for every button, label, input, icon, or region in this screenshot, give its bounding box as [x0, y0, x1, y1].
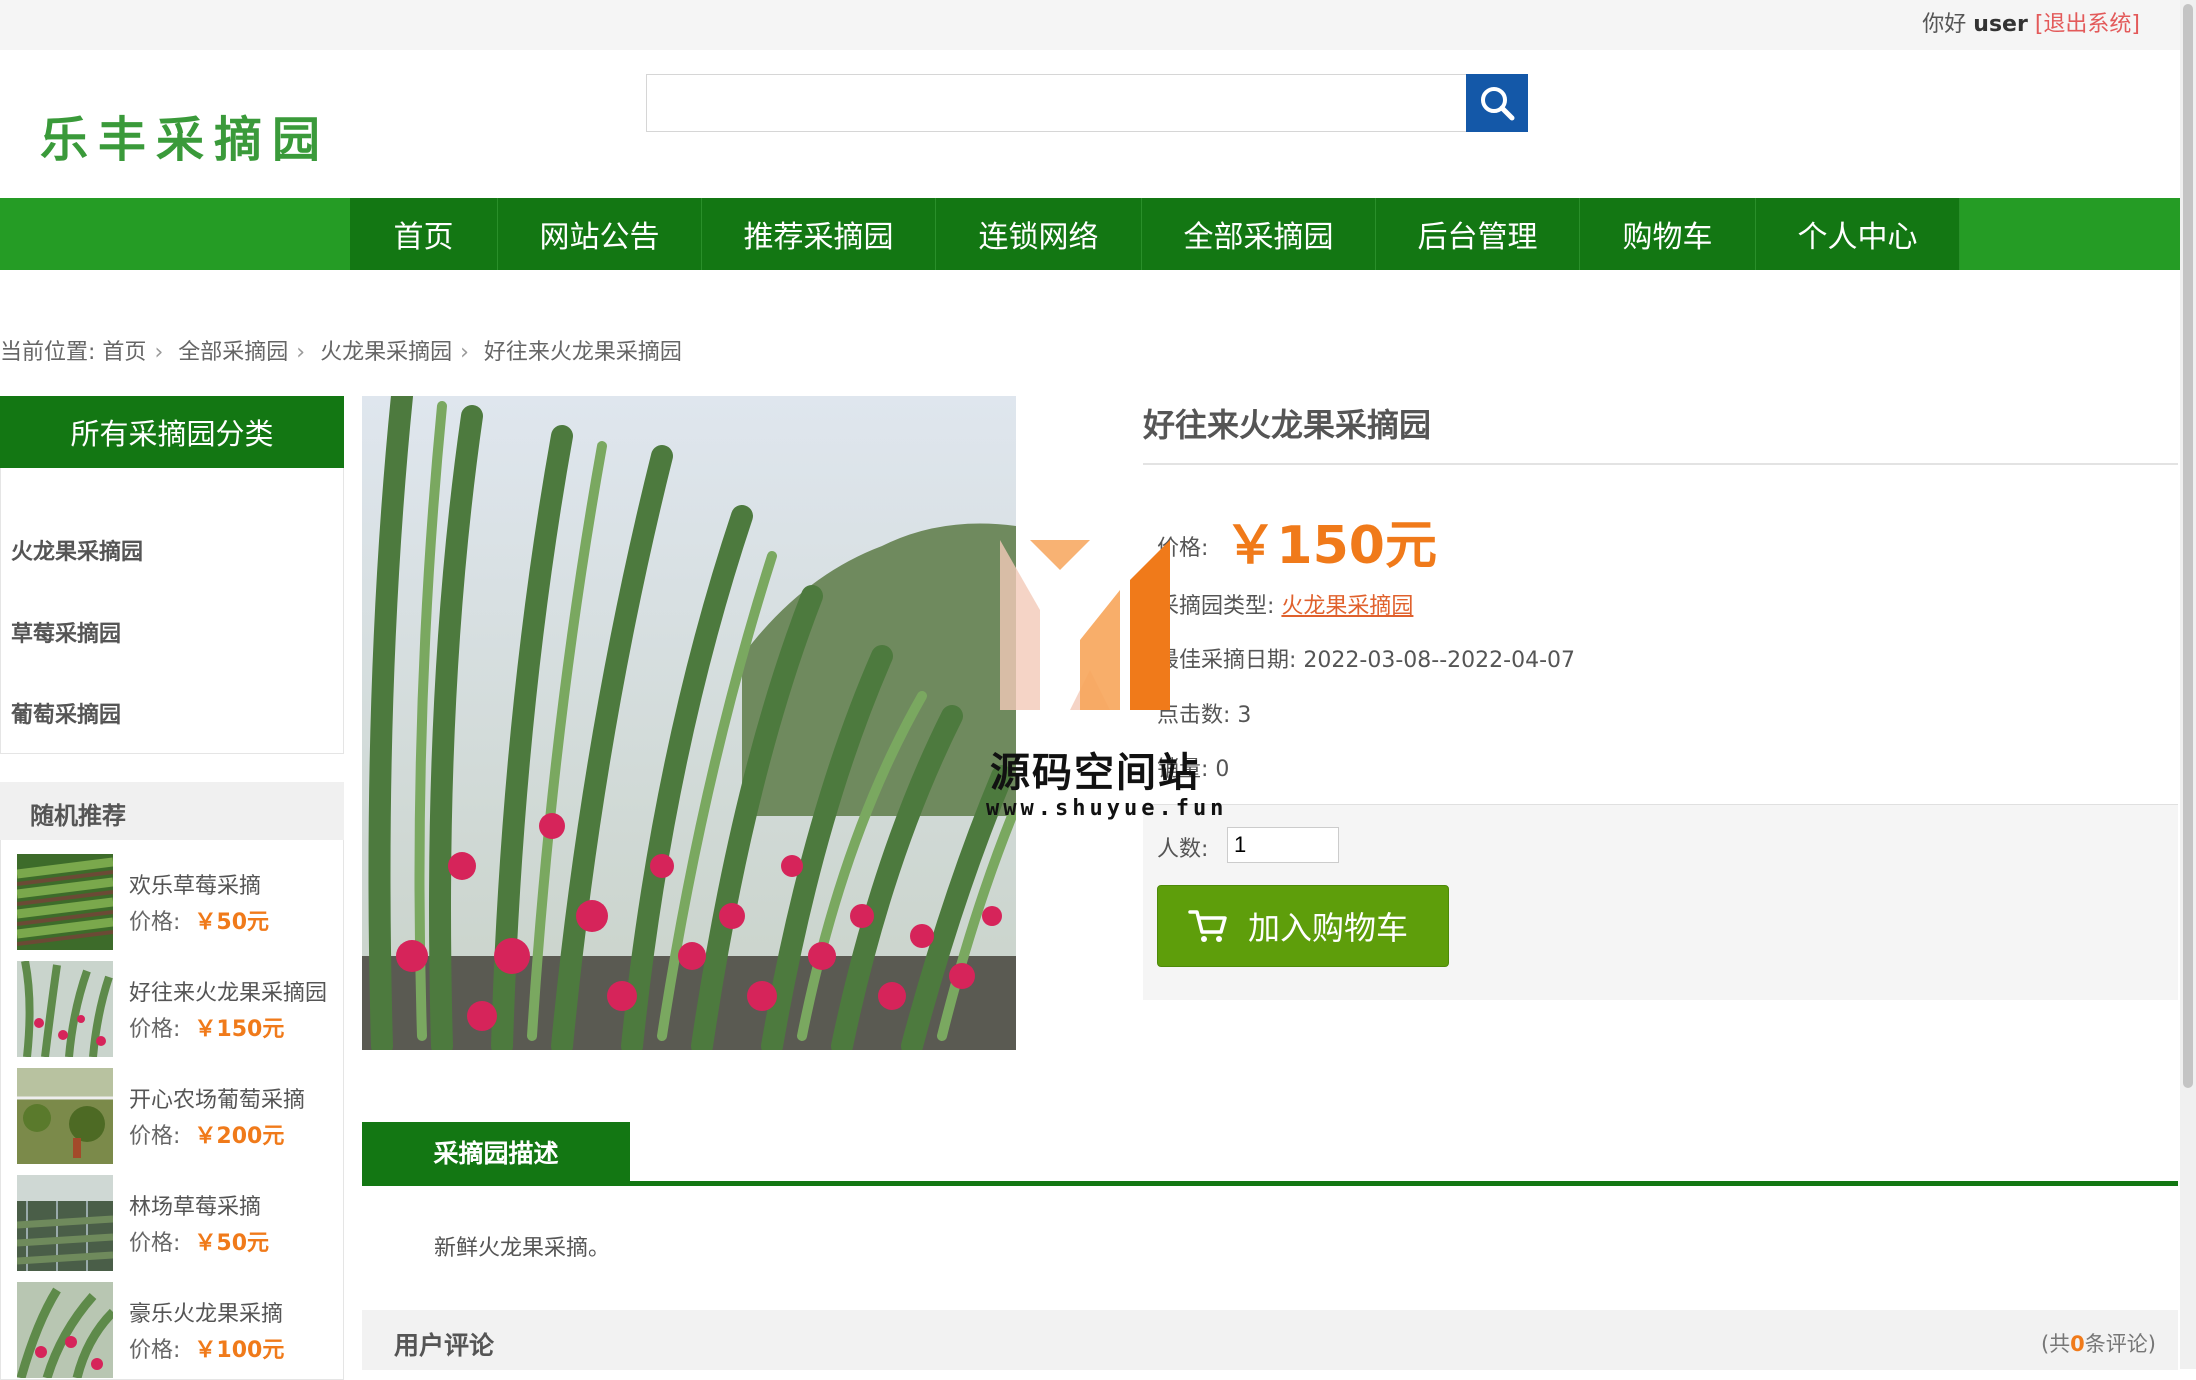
product-name[interactable]: 欢乐草莓采摘: [129, 868, 261, 900]
chevron-right-icon: ›: [460, 340, 469, 365]
user-greeting: 你好 user [退出系统]: [1922, 6, 2140, 38]
product-name[interactable]: 好往来火龙果采摘园: [129, 975, 327, 1007]
nav-admin[interactable]: 后台管理: [1376, 198, 1580, 270]
username: user: [1973, 12, 2028, 37]
random-recommend-heading: 随机推荐: [0, 782, 344, 840]
price-label: 价格:: [129, 1124, 181, 1149]
nav-cart[interactable]: 购物车: [1580, 198, 1756, 270]
breadcrumb-all-gardens[interactable]: 全部采摘园: [178, 340, 288, 365]
nav-announcements[interactable]: 网站公告: [498, 198, 702, 270]
page-scrollbar[interactable]: [2180, 0, 2196, 1369]
comments-count: (共0条评论): [2041, 1328, 2156, 1358]
divider: [1143, 463, 2178, 465]
click-count-value: 3: [1237, 703, 1252, 728]
product-thumbnail[interactable]: [17, 1282, 113, 1378]
product-price: 价格: ￥100元: [129, 1332, 284, 1364]
search-button[interactable]: [1466, 74, 1528, 132]
list-item[interactable]: 林场草莓采摘 价格: ￥50元: [17, 1175, 337, 1273]
price-label: 价格:: [129, 1231, 181, 1256]
search-icon: [1481, 87, 1515, 121]
pick-date-value: 2022-03-08--2022-04-07: [1303, 648, 1576, 673]
product-title: 好往来火龙果采摘园: [1143, 406, 1432, 444]
search-input[interactable]: [647, 75, 1465, 131]
count-prefix: (共: [2040, 1332, 2071, 1356]
price-value: ￥200元: [194, 1124, 285, 1149]
garden-type-link[interactable]: 火龙果采摘园: [1281, 594, 1413, 619]
comments-title: 用户评论: [394, 1331, 495, 1360]
product-price: 价格: ￥50元: [129, 904, 269, 936]
watermark-title: 源码空间站: [990, 750, 1200, 796]
product-name[interactable]: 林场草莓采摘: [129, 1189, 261, 1221]
count-suffix: 条评论): [2084, 1332, 2156, 1356]
price-value: ￥150元: [1224, 516, 1437, 576]
purchase-box: 人数: 加入购物车: [1143, 804, 2178, 1000]
list-item[interactable]: 豪乐火龙果采摘 价格: ￥100元: [17, 1282, 337, 1380]
list-item[interactable]: 开心农场葡萄采摘 价格: ￥200元: [17, 1068, 337, 1166]
add-to-cart-button[interactable]: 加入购物车: [1157, 885, 1449, 967]
detail-tabs: 采摘园描述: [362, 1122, 2178, 1186]
breadcrumb-current: 好往来火龙果采摘园: [483, 340, 682, 365]
scrollbar-thumb[interactable]: [2183, 4, 2193, 1088]
garden-description: 新鲜火龙果采摘。: [434, 1236, 611, 1261]
price-value: ￥100元: [194, 1338, 285, 1363]
greeting-text: 你好: [1922, 12, 1967, 37]
search-bar: [646, 74, 1528, 132]
site-logo[interactable]: 乐丰采摘园: [40, 100, 330, 170]
random-recommend-list: 欢乐草莓采摘 价格: ￥50元 好往来火龙果采摘园 价格: ￥150元 开心农场葡萄…: [0, 840, 344, 1380]
product-thumbnail[interactable]: [17, 1068, 113, 1164]
count-value: 0: [2070, 1332, 2085, 1356]
product-name[interactable]: 豪乐火龙果采摘: [129, 1296, 283, 1328]
product-thumbnail[interactable]: [17, 961, 113, 1057]
nav-home[interactable]: 首页: [350, 198, 498, 270]
category-item[interactable]: 草莓采摘园: [11, 616, 121, 648]
add-to-cart-label: 加入购物车: [1248, 909, 1409, 947]
quantity-input[interactable]: [1227, 827, 1339, 863]
product-main-image: [362, 396, 1016, 1050]
breadcrumb-home[interactable]: 首页: [102, 340, 146, 365]
category-list: 火龙果采摘园 草莓采摘园 葡萄采摘园: [0, 468, 344, 754]
price-label: 价格:: [129, 1017, 181, 1042]
price-value: ￥50元: [194, 1231, 270, 1256]
shopping-cart-icon: [1188, 910, 1227, 942]
nav-recommended[interactable]: 推荐采摘园: [702, 198, 936, 270]
product-price: 价格: ￥50元: [129, 1225, 269, 1257]
price-label: 价格:: [129, 910, 181, 935]
breadcrumb-prefix: 当前位置:: [0, 340, 96, 365]
category-heading: 所有采摘园分类: [0, 396, 344, 468]
watermark-logo-icon: [1000, 540, 1170, 710]
price-label: 价格:: [129, 1338, 181, 1363]
product-name[interactable]: 开心农场葡萄采摘: [129, 1082, 305, 1114]
watermark-logo: 源码空间站 www.shuyue.fun: [980, 530, 1230, 840]
tab-description[interactable]: 采摘园描述: [362, 1122, 630, 1182]
product-thumbnail[interactable]: [17, 854, 113, 950]
product-price: 价格: ￥200元: [129, 1118, 284, 1150]
list-item[interactable]: 欢乐草莓采摘 价格: ￥50元: [17, 854, 337, 952]
nav-chain-network[interactable]: 连锁网络: [936, 198, 1142, 270]
comments-header: 用户评论 (共0条评论): [362, 1310, 2178, 1370]
price-value: ￥50元: [194, 910, 270, 935]
nav-personal-center[interactable]: 个人中心: [1756, 198, 1960, 270]
main-nav: 首页 网站公告 推荐采摘园 连锁网络 全部采摘园 后台管理 购物车 个人中心: [0, 198, 2180, 270]
breadcrumb: 当前位置: 首页 › 全部采摘园 › 火龙果采摘园 › 好往来火龙果采摘园: [0, 334, 682, 366]
category-item[interactable]: 火龙果采摘园: [11, 534, 143, 566]
top-bar: 你好 user [退出系统]: [0, 0, 2180, 50]
chevron-right-icon: ›: [154, 340, 164, 365]
watermark-url: www.shuyue.fun: [986, 796, 1228, 821]
list-item[interactable]: 好往来火龙果采摘园 价格: ￥150元: [17, 961, 337, 1059]
price-value: ￥150元: [194, 1017, 285, 1042]
logout-link[interactable]: [退出系统]: [2035, 12, 2140, 37]
breadcrumb-category[interactable]: 火龙果采摘园: [320, 340, 452, 365]
category-item[interactable]: 葡萄采摘园: [11, 697, 121, 729]
chevron-right-icon: ›: [296, 340, 306, 365]
product-thumbnail[interactable]: [17, 1175, 113, 1271]
nav-all-gardens[interactable]: 全部采摘园: [1142, 198, 1376, 270]
product-price: 价格: ￥150元: [129, 1011, 284, 1043]
